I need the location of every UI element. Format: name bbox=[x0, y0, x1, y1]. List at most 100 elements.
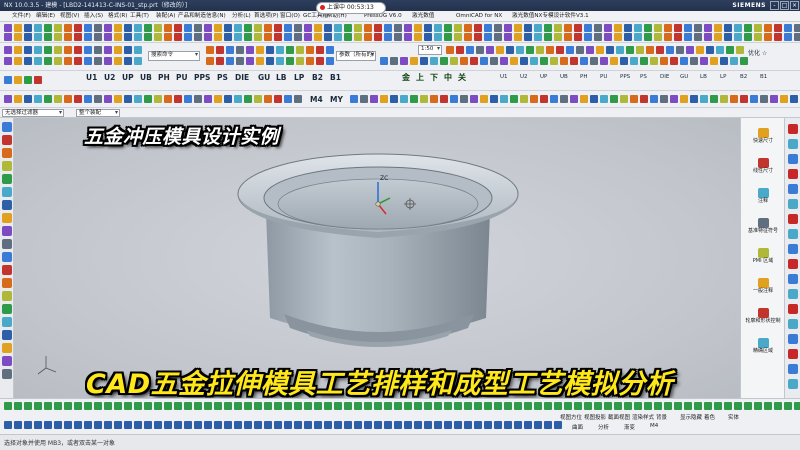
tool-icon[interactable] bbox=[794, 24, 800, 32]
tool-icon[interactable] bbox=[544, 421, 552, 429]
tool-icon[interactable] bbox=[750, 95, 758, 103]
tool-icon[interactable] bbox=[770, 95, 778, 103]
command-search-input[interactable]: 搜索命令 bbox=[148, 51, 200, 61]
tool-icon[interactable] bbox=[394, 33, 402, 41]
tool-icon[interactable] bbox=[600, 95, 608, 103]
tool-icon[interactable] bbox=[114, 24, 122, 32]
tool-icon[interactable] bbox=[600, 57, 608, 65]
tool-icon[interactable] bbox=[484, 33, 492, 41]
tool-icon[interactable] bbox=[454, 24, 462, 32]
tool-icon[interactable] bbox=[74, 33, 82, 41]
resource-icon[interactable] bbox=[2, 187, 12, 197]
tool-icon[interactable] bbox=[534, 402, 542, 410]
module-button[interactable]: GU bbox=[258, 71, 270, 84]
tool-icon[interactable] bbox=[226, 57, 234, 65]
close-button[interactable]: × bbox=[790, 1, 799, 10]
tool-icon[interactable] bbox=[350, 95, 358, 103]
tool-icon[interactable] bbox=[574, 402, 582, 410]
tool-icon[interactable] bbox=[480, 57, 488, 65]
tool-icon[interactable] bbox=[680, 95, 688, 103]
tool-icon[interactable] bbox=[94, 57, 102, 65]
tool-icon[interactable] bbox=[64, 33, 72, 41]
tool-icon[interactable] bbox=[500, 95, 508, 103]
tool-icon[interactable] bbox=[400, 57, 408, 65]
module-button[interactable]: DIE bbox=[235, 71, 249, 84]
tool-icon[interactable] bbox=[224, 421, 232, 429]
tool-icon[interactable] bbox=[384, 33, 392, 41]
menu-item[interactable]: 激光数值NX专模设计软件V3.1 bbox=[512, 11, 589, 22]
tool-icon[interactable] bbox=[706, 46, 714, 54]
resource-icon[interactable] bbox=[2, 291, 12, 301]
direction-button[interactable]: 中 bbox=[444, 71, 452, 84]
tool-icon[interactable] bbox=[224, 24, 232, 32]
tool-icon[interactable] bbox=[14, 76, 22, 84]
tool-icon[interactable] bbox=[216, 57, 224, 65]
tool-icon[interactable] bbox=[44, 24, 52, 32]
bottom-tool-label[interactable]: 显示隐藏 bbox=[680, 413, 702, 421]
module-button-small[interactable]: U1 bbox=[500, 71, 508, 84]
tool-icon[interactable] bbox=[484, 421, 492, 429]
tool-icon[interactable] bbox=[184, 95, 192, 103]
menu-item[interactable]: 插入(S) bbox=[84, 11, 103, 22]
tool-icon[interactable] bbox=[794, 402, 800, 410]
tool-icon[interactable] bbox=[144, 33, 152, 41]
tool-icon[interactable] bbox=[494, 24, 502, 32]
menu-item[interactable]: 产品和制造信息(N) bbox=[178, 11, 226, 22]
tool-icon[interactable] bbox=[214, 95, 222, 103]
tool-icon[interactable] bbox=[624, 24, 632, 32]
tool-icon[interactable] bbox=[4, 76, 12, 84]
tool-icon[interactable] bbox=[440, 95, 448, 103]
resource-icon[interactable] bbox=[2, 265, 12, 275]
tool-icon[interactable] bbox=[244, 421, 252, 429]
tool-icon[interactable] bbox=[440, 57, 448, 65]
tool-icon[interactable] bbox=[204, 402, 212, 410]
strip-icon[interactable] bbox=[788, 379, 798, 389]
module-button[interactable]: LP bbox=[294, 71, 304, 84]
tool-icon[interactable] bbox=[314, 421, 322, 429]
tool-icon[interactable] bbox=[490, 57, 498, 65]
tool-icon[interactable] bbox=[524, 421, 532, 429]
strip-icon[interactable] bbox=[788, 289, 798, 299]
menu-item[interactable]: 分析(L) bbox=[232, 11, 251, 22]
tool-icon[interactable] bbox=[564, 24, 572, 32]
tool-icon[interactable] bbox=[694, 24, 702, 32]
strip-icon[interactable] bbox=[788, 199, 798, 209]
tool-icon[interactable] bbox=[54, 33, 62, 41]
tool-icon[interactable] bbox=[114, 95, 122, 103]
tool-icon[interactable] bbox=[674, 33, 682, 41]
tool-icon[interactable] bbox=[506, 46, 514, 54]
tool-icon[interactable] bbox=[610, 57, 618, 65]
tool-icon[interactable] bbox=[486, 46, 494, 54]
tool-icon[interactable] bbox=[434, 24, 442, 32]
tool-icon[interactable] bbox=[154, 33, 162, 41]
tool-icon[interactable] bbox=[286, 57, 294, 65]
tool-icon[interactable] bbox=[720, 95, 728, 103]
tool-icon[interactable] bbox=[464, 33, 472, 41]
tool-icon[interactable] bbox=[790, 95, 798, 103]
tool-icon[interactable] bbox=[154, 402, 162, 410]
pmi-tool-item[interactable]: 快速尺寸 bbox=[743, 128, 783, 145]
resource-icon[interactable] bbox=[2, 330, 12, 340]
tool-icon[interactable] bbox=[660, 57, 668, 65]
tool-icon[interactable] bbox=[254, 95, 262, 103]
tool-icon[interactable] bbox=[104, 95, 112, 103]
tool-icon[interactable] bbox=[710, 57, 718, 65]
strip-icon[interactable] bbox=[788, 124, 798, 134]
pmi-tool-item[interactable]: 线性尺寸 bbox=[743, 158, 783, 175]
module-button[interactable]: B1 bbox=[330, 71, 341, 84]
tool-icon[interactable] bbox=[74, 57, 82, 65]
module-button-small[interactable]: UP bbox=[540, 71, 547, 84]
tool-icon[interactable] bbox=[450, 57, 458, 65]
menu-item[interactable]: 工具(T) bbox=[130, 11, 149, 22]
resource-icon[interactable] bbox=[2, 148, 12, 158]
tool-icon[interactable] bbox=[14, 24, 22, 32]
tool-icon[interactable] bbox=[304, 421, 312, 429]
tool-icon[interactable] bbox=[54, 421, 62, 429]
tool-icon[interactable] bbox=[306, 57, 314, 65]
tool-icon[interactable] bbox=[264, 402, 272, 410]
tool-icon[interactable] bbox=[324, 421, 332, 429]
tool-icon[interactable] bbox=[444, 402, 452, 410]
tool-icon[interactable] bbox=[104, 57, 112, 65]
tool-icon[interactable] bbox=[434, 33, 442, 41]
tool-icon[interactable] bbox=[584, 24, 592, 32]
